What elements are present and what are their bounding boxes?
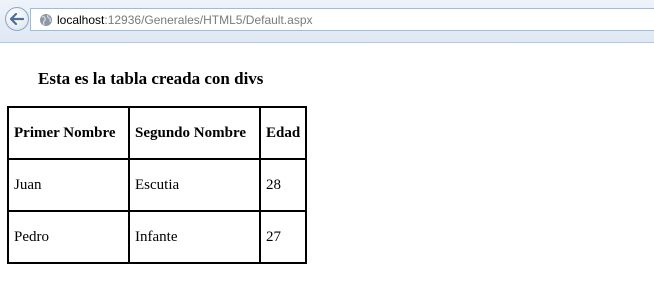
- globe-icon: [39, 13, 53, 27]
- page-heading: Esta es la tabla creada con divs: [38, 69, 264, 88]
- table-cell: 27: [260, 211, 306, 263]
- back-arrow-icon: [10, 13, 24, 25]
- url-host: localhost: [57, 12, 105, 27]
- table-cell: Pedro: [8, 211, 129, 263]
- address-bar[interactable]: localhost:12936/Generales/HTML5/Default.…: [30, 8, 654, 31]
- table-row: Juan Escutia 28: [8, 159, 306, 211]
- page-content: Esta es la tabla creada con divs Primer …: [0, 43, 654, 300]
- url-text: localhost:12936/Generales/HTML5/Default.…: [57, 13, 313, 27]
- header-cell-age: Edad: [260, 107, 306, 159]
- table-header-row: Primer Nombre Segundo Nombre Edad: [8, 107, 306, 159]
- table-cell: Juan: [8, 159, 129, 211]
- back-button[interactable]: [5, 7, 29, 31]
- header-cell-second-name: Segundo Nombre: [129, 107, 260, 159]
- table-cell: Escutia: [129, 159, 260, 211]
- names-table: Primer Nombre Segundo Nombre Edad Juan E…: [7, 106, 307, 264]
- url-path: :12936/Generales/HTML5/Default.aspx: [104, 12, 313, 27]
- browser-toolbar: localhost:12936/Generales/HTML5/Default.…: [0, 0, 654, 43]
- table-cell: 28: [260, 159, 306, 211]
- header-cell-first-name: Primer Nombre: [8, 107, 129, 159]
- table-cell: Infante: [129, 211, 260, 263]
- table-row: Pedro Infante 27: [8, 211, 306, 263]
